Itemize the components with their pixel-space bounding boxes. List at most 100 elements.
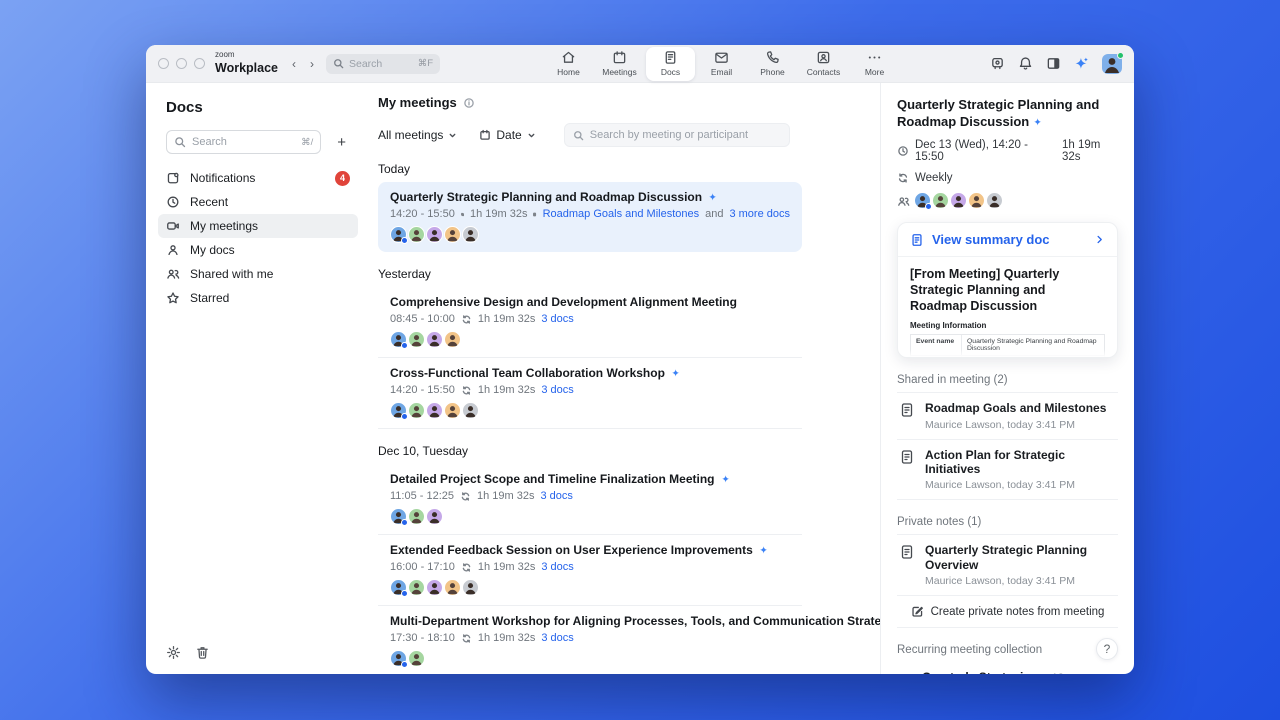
host-badge: [401, 342, 408, 349]
docs-link[interactable]: 3 docs: [541, 384, 573, 396]
summary-doc-card[interactable]: View summary doc [From Meeting] Quarterl…: [897, 222, 1118, 359]
meeting-duration: 1h 19m 32s: [477, 632, 536, 644]
sidebar-title: Docs: [166, 99, 203, 116]
global-search-field[interactable]: [349, 57, 401, 70]
meeting-duration: 1h 19m 32s: [477, 561, 536, 573]
window-maximize-button[interactable]: [194, 58, 205, 69]
star-icon: [166, 291, 180, 305]
bell-icon[interactable]: [1018, 56, 1033, 71]
user-avatar[interactable]: [1102, 51, 1124, 74]
settings-gear-icon[interactable]: [166, 645, 181, 660]
avatar: [444, 226, 461, 243]
window-close-button[interactable]: [158, 58, 169, 69]
sidebar-item-my-docs[interactable]: My docs: [158, 238, 358, 262]
trash-icon[interactable]: [195, 645, 210, 660]
new-doc-button[interactable]: +: [333, 133, 350, 152]
sidebar-item-starred[interactable]: Starred: [158, 286, 358, 310]
doc-link[interactable]: Roadmap Goals and Milestones: [543, 208, 700, 220]
sidebar-item-shared-with-me[interactable]: Shared with me: [158, 262, 358, 286]
sidebar-item-notifications[interactable]: Notifications 4: [158, 166, 358, 190]
create-private-notes-button[interactable]: Create private notes from meeting: [897, 596, 1118, 629]
shared-doc-item[interactable]: Roadmap Goals and Milestones Maurice Law…: [897, 393, 1118, 440]
doc-title: Action Plan for Strategic Initiatives: [925, 447, 1066, 477]
meeting-time: 16:00 - 17:10: [390, 561, 455, 573]
all-meetings-filter[interactable]: All meetings: [378, 128, 457, 142]
meeting-row[interactable]: Quarterly Strategic Planning and Roadmap…: [378, 182, 802, 252]
avatar: [426, 226, 443, 243]
sidebar-search-field[interactable]: [192, 136, 262, 148]
ai-sparkle-icon: [709, 193, 717, 201]
device-icon[interactable]: [990, 56, 1005, 71]
meeting-time: 17:30 - 18:10: [390, 632, 455, 644]
avatar: [390, 402, 408, 420]
view-summary-doc-link[interactable]: View summary doc: [898, 223, 1117, 258]
meeting-time: 11:05 - 12:25: [390, 490, 455, 502]
page-title: My meetings: [378, 95, 457, 110]
person-icon: [166, 243, 180, 257]
meeting-search-input[interactable]: [563, 123, 790, 147]
meeting-time: 14:20 - 15:50: [390, 208, 455, 220]
help-button[interactable]: ?: [1096, 638, 1118, 660]
private-doc-item[interactable]: Quarterly Strategic Planning Overview Ma…: [897, 535, 1118, 597]
search-icon: [333, 58, 344, 69]
back-button[interactable]: ‹: [292, 57, 296, 71]
ai-companion-icon[interactable]: [1074, 56, 1089, 71]
shared-doc-item[interactable]: Action Plan for Strategic Initiatives Ma…: [897, 440, 1118, 501]
section-label: Dec 10, Tuesday: [378, 444, 469, 458]
doc-meta: Maurice Lawson, today 3:41 PM: [925, 479, 1075, 492]
zoom-workplace-logo: zoom Workplace: [215, 50, 278, 75]
sidebar-item-recent[interactable]: Recent: [158, 190, 358, 214]
tab-meetings[interactable]: Meetings: [595, 47, 644, 81]
tab-home[interactable]: Home: [544, 47, 593, 81]
tab-more[interactable]: More: [850, 47, 899, 81]
document-icon: [663, 50, 678, 65]
meeting-row[interactable]: Comprehensive Design and Development Ali…: [378, 287, 802, 358]
recurring-icon: [461, 314, 472, 325]
collection-count: 12 meetings: [1052, 672, 1098, 674]
docs-link[interactable]: 3 docs: [541, 313, 573, 325]
participant-avatars: [390, 650, 790, 668]
doc-title: Quarterly Strategic Planning Overview: [925, 543, 1088, 572]
ai-sparkle-icon: [759, 546, 768, 554]
avatar: [426, 508, 443, 525]
meeting-row[interactable]: Multi-Department Workshop for Aligning P…: [378, 606, 880, 674]
participant-avatars: [390, 402, 790, 420]
docs-link[interactable]: 3 docs: [541, 632, 573, 644]
more-docs-link[interactable]: 3 more docs: [729, 208, 790, 220]
recurring-collection-item[interactable]: Quarterly Strategic Planni... 12 meeting…: [897, 660, 1118, 674]
meeting-row[interactable]: Detailed Project Scope and Timeline Fina…: [378, 464, 802, 535]
section-label: Today: [378, 162, 411, 176]
search-icon: [174, 136, 186, 148]
chevron-down-icon: [448, 131, 457, 140]
document-icon: [899, 449, 915, 465]
tab-email[interactable]: Email: [697, 47, 746, 81]
window-controls[interactable]: [158, 58, 205, 69]
info-icon[interactable]: [463, 97, 475, 109]
docs-link[interactable]: 3 docs: [541, 490, 573, 502]
avatar: [408, 402, 425, 419]
docs-link[interactable]: 3 docs: [541, 561, 573, 573]
tab-phone[interactable]: Phone: [748, 47, 797, 81]
notifications-badge: 4: [335, 170, 350, 186]
tab-contacts[interactable]: Contacts: [799, 47, 848, 81]
side-panel-icon[interactable]: [1046, 56, 1061, 71]
contacts-icon: [816, 50, 831, 65]
search-shortcut-hint: ⌘F: [417, 58, 433, 69]
tab-docs[interactable]: Docs: [646, 46, 695, 81]
participant-avatars: [914, 192, 1004, 211]
sidebar-search-input[interactable]: ⌘/: [166, 130, 322, 154]
global-search-input[interactable]: ⌘F: [326, 53, 440, 74]
calendar-icon: [479, 129, 491, 141]
meeting-search-field[interactable]: [589, 129, 781, 141]
window-minimize-button[interactable]: [176, 58, 187, 69]
doc-preview-title: [From Meeting] Quarterly Strategic Plann…: [910, 267, 1060, 313]
recurring-collection-heading: Recurring meeting collection: [897, 644, 1043, 657]
forward-button[interactable]: ›: [310, 57, 314, 71]
meeting-row[interactable]: Cross-Functional Team Collaboration Work…: [378, 358, 802, 429]
avatar: [408, 508, 425, 525]
date-filter[interactable]: Date: [479, 128, 535, 142]
sidebar-item-my-meetings[interactable]: My meetings: [158, 214, 358, 238]
meeting-row[interactable]: Extended Feedback Session on User Experi…: [378, 535, 802, 606]
notifications-icon: [166, 171, 180, 185]
recurring-icon: [460, 491, 471, 502]
